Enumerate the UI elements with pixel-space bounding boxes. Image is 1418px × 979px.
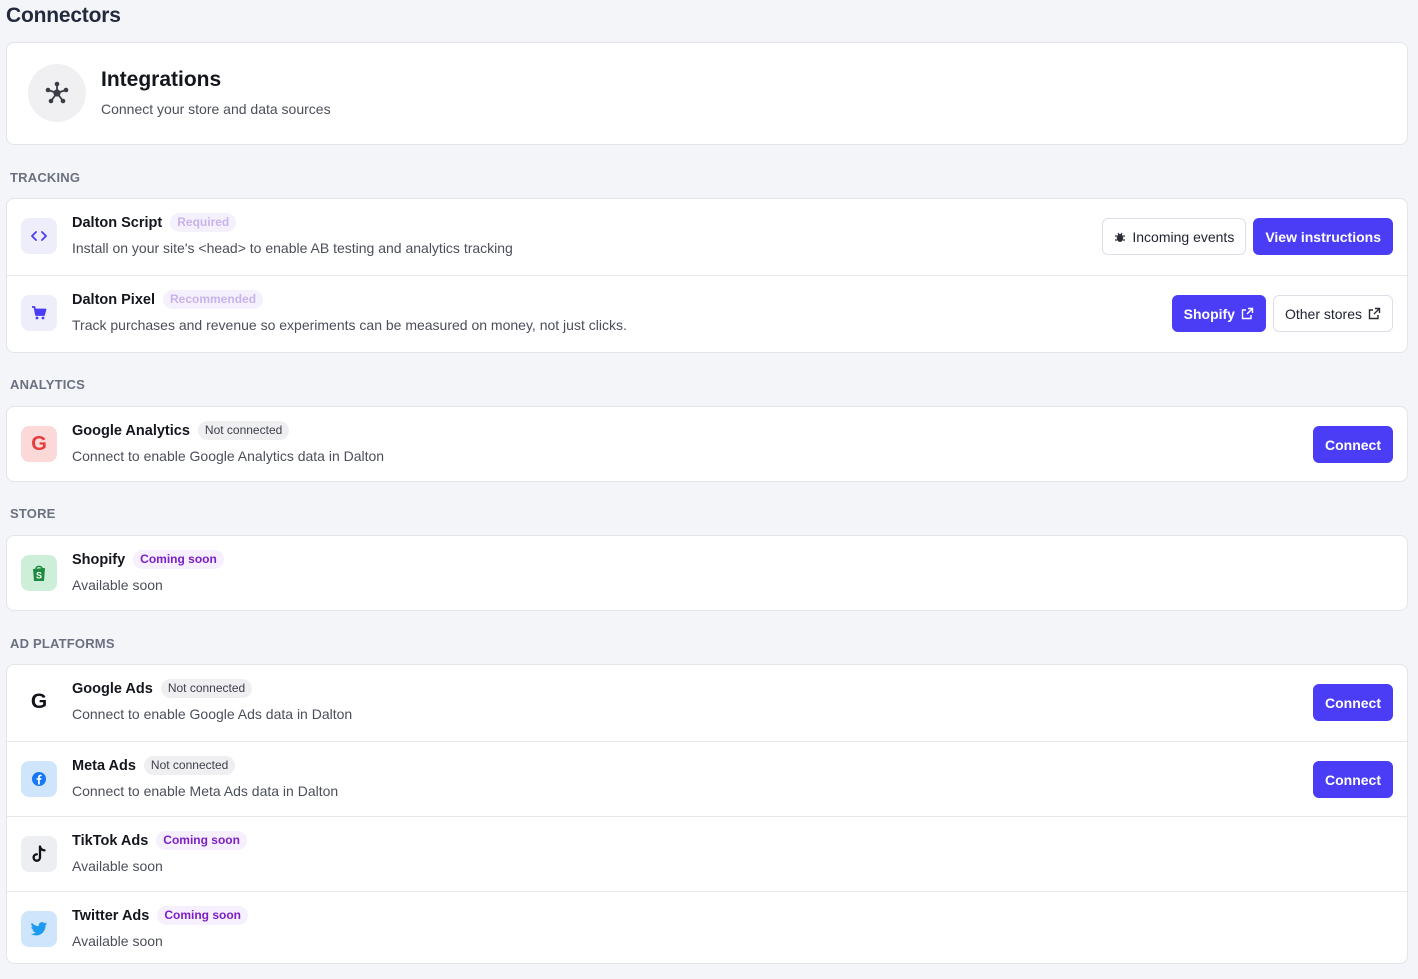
shopify-icon: S <box>21 555 57 591</box>
connector-row-twitter-ads: Twitter Ads Coming soon Available soon <box>7 891 1407 963</box>
shopify-install-button[interactable]: Shopify <box>1171 295 1266 332</box>
connector-description: Track purchases and revenue so experimen… <box>72 317 627 333</box>
status-badge: Recommended <box>163 290 264 309</box>
connector-row-google-analytics: G Google Analytics Not connected Connect… <box>7 407 1407 481</box>
code-icon <box>21 218 57 254</box>
shopify-label: Shopify <box>1183 305 1235 322</box>
connector-row-dalton-script: Dalton Script Required Install on your s… <box>7 199 1407 275</box>
status-badge: Not connected <box>197 421 290 440</box>
page-title: Connectors <box>6 4 121 27</box>
connector-row-shopify: S Shopify Coming soon Available soon <box>7 536 1407 610</box>
connector-name: Google Analytics <box>72 422 190 439</box>
status-badge: Coming soon <box>156 831 247 850</box>
bug-icon <box>1114 231 1126 243</box>
section-label-store: STORE <box>10 506 56 521</box>
connector-name: Dalton Pixel <box>72 291 155 308</box>
external-link-icon <box>1241 307 1254 320</box>
incoming-events-button[interactable]: Incoming events <box>1102 218 1247 255</box>
connect-google-ads-button[interactable]: Connect <box>1313 684 1393 721</box>
tiktok-icon <box>21 836 57 872</box>
connector-description: Connect to enable Google Ads data in Dal… <box>72 706 353 722</box>
google-icon: G <box>21 684 57 720</box>
connector-description: Available soon <box>72 858 163 874</box>
connector-name: Meta Ads <box>72 757 136 774</box>
integrations-header-card: Integrations Connect your store and data… <box>6 42 1408 145</box>
ad-platforms-card: G Google Ads Not connected Connect to en… <box>6 664 1408 964</box>
connector-name: Shopify <box>72 551 126 568</box>
connector-description: Install on your site's <head> to enable … <box>72 240 513 256</box>
tracking-card: Dalton Script Required Install on your s… <box>6 198 1408 353</box>
status-badge: Coming soon <box>133 550 224 569</box>
external-link-icon <box>1368 307 1381 320</box>
connector-description: Connect to enable Meta Ads data in Dalto… <box>72 783 339 799</box>
connector-description: Available soon <box>72 577 163 593</box>
incoming-events-label: Incoming events <box>1132 228 1235 245</box>
cart-icon <box>21 295 57 331</box>
connector-description: Connect to enable Google Analytics data … <box>72 448 385 464</box>
connector-row-dalton-pixel: Dalton Pixel Recommended Track purchases… <box>7 275 1407 352</box>
connector-name: Google Ads <box>72 680 153 697</box>
status-badge: Not connected <box>143 756 236 775</box>
status-badge: Required <box>170 213 237 232</box>
connector-row-tiktok-ads: TikTok Ads Coming soon Available soon <box>7 816 1407 891</box>
connector-row-google-ads: G Google Ads Not connected Connect to en… <box>7 665 1407 741</box>
connector-name: TikTok Ads <box>72 832 149 849</box>
section-label-ad-platforms: AD PLATFORMS <box>10 636 115 651</box>
status-badge: Not connected <box>160 679 253 698</box>
connector-name: Dalton Script <box>72 214 163 231</box>
svg-text:S: S <box>36 571 42 581</box>
connector-name: Twitter Ads <box>72 907 150 924</box>
google-analytics-icon: G <box>21 426 57 462</box>
store-card: S Shopify Coming soon Available soon <box>6 535 1408 611</box>
connect-meta-ads-button[interactable]: Connect <box>1313 761 1393 798</box>
connector-row-meta-ads: Meta Ads Not connected Connect to enable… <box>7 741 1407 816</box>
hero-title: Integrations <box>101 68 222 91</box>
connector-description: Available soon <box>72 933 163 949</box>
other-stores-label: Other stores <box>1284 305 1362 322</box>
status-badge: Coming soon <box>157 906 249 925</box>
twitter-icon <box>21 911 57 947</box>
hero-subtitle: Connect your store and data sources <box>101 101 331 117</box>
connect-google-analytics-button[interactable]: Connect <box>1313 426 1393 463</box>
analytics-card: G Google Analytics Not connected Connect… <box>6 406 1408 482</box>
facebook-icon <box>21 761 57 797</box>
network-icon <box>28 64 86 122</box>
other-stores-button[interactable]: Other stores <box>1272 295 1393 332</box>
section-label-analytics: ANALYTICS <box>10 377 85 392</box>
section-label-tracking: TRACKING <box>10 170 81 185</box>
view-instructions-button[interactable]: View instructions <box>1253 218 1393 255</box>
